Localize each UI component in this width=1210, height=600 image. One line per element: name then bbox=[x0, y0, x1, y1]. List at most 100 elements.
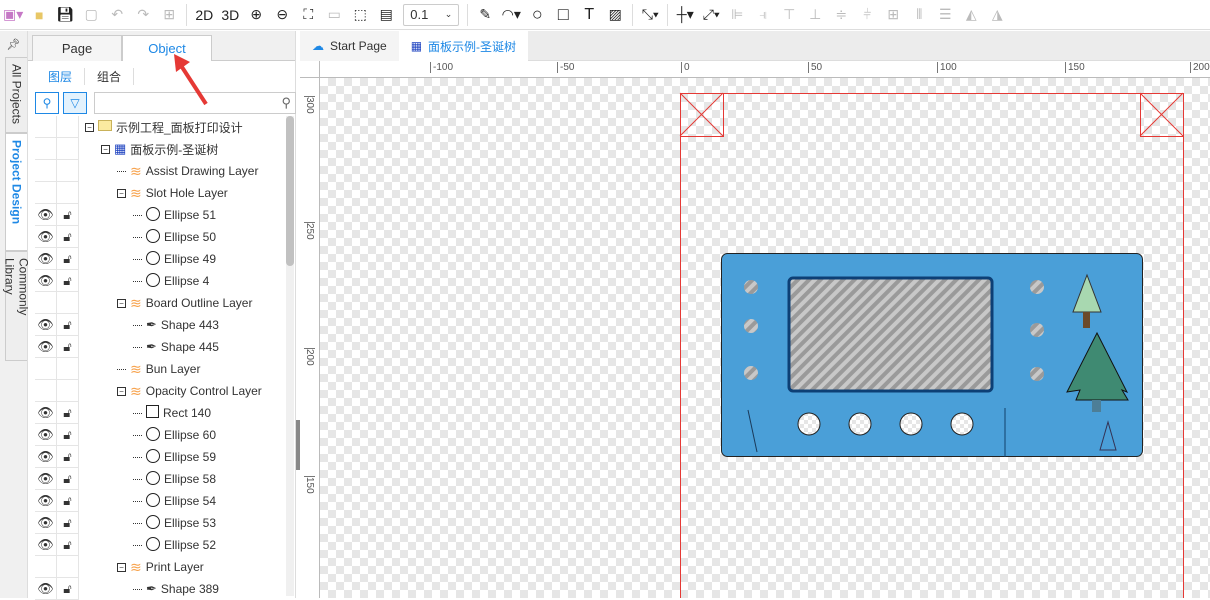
tab-panel-doc[interactable]: ▦ 面板示例-圣诞树 bbox=[398, 31, 529, 61]
tree-item[interactable]: Ellipse 49 bbox=[133, 250, 216, 268]
scrollbar[interactable] bbox=[286, 116, 294, 596]
lock-open-icon[interactable]: 🔓︎ bbox=[57, 534, 79, 556]
tree-item[interactable]: ≋ Assist Drawing Layer bbox=[117, 163, 258, 180]
tree-item[interactable]: Rect 140 bbox=[133, 405, 211, 421]
measure-icon[interactable]: ⤡▾ bbox=[637, 0, 663, 30]
tree-item[interactable]: − ≋ Print Layer bbox=[117, 559, 204, 576]
lock-open-icon[interactable]: 🔓︎ bbox=[57, 248, 79, 270]
lock-open-icon[interactable]: 🔓︎ bbox=[57, 512, 79, 534]
eye-icon[interactable]: 👁︎ bbox=[35, 446, 57, 468]
eye-icon[interactable]: 👁︎ bbox=[35, 424, 57, 446]
origin-icon[interactable]: ┼▾ bbox=[672, 0, 698, 30]
rail-tab-all-projects[interactable]: All Projects bbox=[5, 57, 27, 133]
tree-item[interactable]: ✒ Shape 443 bbox=[133, 317, 219, 333]
ellipse-tool-icon[interactable]: ○ bbox=[524, 0, 550, 30]
tree-row[interactable]: 👁︎ 🔓︎ Ellipse 52 bbox=[35, 534, 288, 556]
collapse-toggle-icon[interactable]: − bbox=[117, 298, 126, 308]
tree-item[interactable]: Ellipse 51 bbox=[133, 206, 216, 224]
tree-row[interactable]: ≋ Assist Drawing Layer bbox=[35, 160, 288, 182]
distribute-h-icon[interactable]: ⫴ bbox=[906, 0, 932, 30]
eye-icon[interactable]: 👁︎ bbox=[35, 314, 57, 336]
eye-icon[interactable]: 👁︎ bbox=[35, 490, 57, 512]
tree-row[interactable]: 👁︎ 🔓︎ ✒ Shape 443 bbox=[35, 314, 288, 336]
tree-row[interactable]: 👁︎ 🔓︎ Ellipse 49 bbox=[35, 248, 288, 270]
align-center-h-icon[interactable]: ≑ bbox=[828, 0, 854, 30]
open-folder-icon[interactable]: ■ bbox=[26, 0, 52, 30]
pin-icon[interactable]: 📌︎ bbox=[0, 31, 27, 57]
tree-row[interactable]: 👁︎ 🔓︎ Ellipse 59 bbox=[35, 446, 288, 468]
rect-tool-icon[interactable]: □ bbox=[550, 0, 576, 30]
tree-item[interactable]: ✒ Shape 445 bbox=[133, 339, 219, 355]
distribute-v-icon[interactable]: ☰ bbox=[932, 0, 958, 30]
tree-item[interactable]: Ellipse 54 bbox=[133, 492, 216, 510]
lock-open-icon[interactable]: 🔓︎ bbox=[57, 204, 79, 226]
lock-open-icon[interactable]: 🔓︎ bbox=[57, 468, 79, 490]
filter-icon[interactable]: ▽ bbox=[63, 92, 87, 114]
lock-open-icon[interactable]: 🔓︎ bbox=[57, 226, 79, 248]
tree-item[interactable]: Ellipse 60 bbox=[133, 426, 216, 444]
tree-row[interactable]: ≋ Bun Layer bbox=[35, 358, 288, 380]
tree-row[interactable]: − ≋ Slot Hole Layer bbox=[35, 182, 288, 204]
search-icon[interactable]: ⚲ bbox=[35, 92, 59, 114]
lock-open-icon[interactable]: 🔓︎ bbox=[57, 314, 79, 336]
collapse-toggle-icon[interactable]: − bbox=[85, 122, 94, 132]
tree-row[interactable]: − ▦ 面板示例-圣诞树 bbox=[35, 138, 288, 160]
tree-row[interactable]: 👁︎ 🔓︎ Ellipse 51 bbox=[35, 204, 288, 226]
redo-icon[interactable]: ↷ bbox=[130, 0, 156, 30]
tree-row[interactable]: − ≋ Board Outline Layer bbox=[35, 292, 288, 314]
collapse-toggle-icon[interactable]: − bbox=[101, 144, 110, 154]
align-left-icon[interactable]: ⊫ bbox=[724, 0, 750, 30]
rail-tab-project-design[interactable]: Project Design bbox=[5, 133, 27, 251]
tree-item[interactable]: Ellipse 52 bbox=[133, 536, 216, 554]
tree-row[interactable]: 👁︎ 🔓︎ ✒ Shape 389 bbox=[35, 578, 288, 600]
tree-item[interactable]: ✒ Shape 389 bbox=[133, 581, 219, 597]
tree-item[interactable]: Ellipse 59 bbox=[133, 448, 216, 466]
arc-tool-icon[interactable]: ◠▾ bbox=[498, 0, 524, 30]
eye-icon[interactable]: 👁︎ bbox=[35, 534, 57, 556]
collapse-toggle-icon[interactable]: − bbox=[117, 562, 126, 572]
tree-item[interactable]: − ≋ Slot Hole Layer bbox=[117, 185, 228, 202]
align-right-icon[interactable]: ⫣ bbox=[750, 0, 776, 30]
tree-row[interactable]: 👁︎ 🔓︎ Ellipse 53 bbox=[35, 512, 288, 534]
lock-open-icon[interactable]: 🔓︎ bbox=[57, 270, 79, 292]
tree-item[interactable]: − ≋ Opacity Control Layer bbox=[117, 383, 262, 400]
collapse-toggle-icon[interactable]: − bbox=[117, 188, 126, 198]
tab-start-page[interactable]: ☁ Start Page bbox=[300, 31, 399, 61]
eye-icon[interactable]: 👁︎ bbox=[35, 248, 57, 270]
lock-open-icon[interactable]: 🔓︎ bbox=[57, 446, 79, 468]
zoom-in-icon[interactable]: ⊕ bbox=[243, 0, 269, 30]
zoom-out-icon[interactable]: ⊖ bbox=[269, 0, 295, 30]
grid-icon[interactable]: ⊞ bbox=[156, 0, 182, 30]
undo-icon[interactable]: ↶ bbox=[104, 0, 130, 30]
tree-item[interactable]: − ▦ 面板示例-圣诞树 bbox=[101, 141, 218, 158]
subtab-layers[interactable]: 图层 bbox=[36, 67, 86, 85]
tree-item[interactable]: Ellipse 53 bbox=[133, 514, 216, 532]
align-bottom-icon[interactable]: ⊥ bbox=[802, 0, 828, 30]
eye-icon[interactable]: 👁︎ bbox=[35, 204, 57, 226]
eye-icon[interactable]: 👁︎ bbox=[35, 226, 57, 248]
eye-icon[interactable]: 👁︎ bbox=[35, 512, 57, 534]
fit-screen-icon[interactable]: ⛶ bbox=[295, 0, 321, 30]
collapse-toggle-icon[interactable]: − bbox=[117, 386, 126, 396]
eye-icon[interactable]: 👁︎ bbox=[35, 468, 57, 490]
eye-icon[interactable]: 👁︎ bbox=[35, 402, 57, 424]
tree-item[interactable]: − 示例工程_面板打印设计 bbox=[85, 119, 243, 136]
lock-open-icon[interactable]: 🔓︎ bbox=[57, 578, 79, 600]
view-3d-button[interactable]: 3D bbox=[217, 0, 243, 30]
tree-item[interactable]: Ellipse 4 bbox=[133, 272, 209, 290]
tree-row[interactable]: 👁︎ 🔓︎ ✒ Shape 445 bbox=[35, 336, 288, 358]
distribute-icon[interactable]: ⊞ bbox=[880, 0, 906, 30]
tree-row[interactable]: − ≋ Opacity Control Layer bbox=[35, 380, 288, 402]
flip-h-icon[interactable]: ◭ bbox=[958, 0, 984, 30]
image-tool-icon[interactable]: ▨ bbox=[602, 0, 628, 30]
save-as-icon[interactable]: ▢ bbox=[78, 0, 104, 30]
new-project-icon[interactable]: ▣▾ bbox=[0, 0, 26, 30]
zoom-area-icon[interactable]: ⬚ bbox=[347, 0, 373, 30]
design-canvas[interactable] bbox=[320, 78, 1210, 598]
tree-row[interactable]: − 示例工程_面板打印设计 bbox=[35, 116, 288, 138]
tab-page[interactable]: Page bbox=[32, 35, 122, 61]
view-2d-button[interactable]: 2D bbox=[191, 0, 217, 30]
tree-row[interactable]: 👁︎ 🔓︎ Rect 140 bbox=[35, 402, 288, 424]
tree-item[interactable]: Ellipse 50 bbox=[133, 228, 216, 246]
align-top-icon[interactable]: ⊤ bbox=[776, 0, 802, 30]
